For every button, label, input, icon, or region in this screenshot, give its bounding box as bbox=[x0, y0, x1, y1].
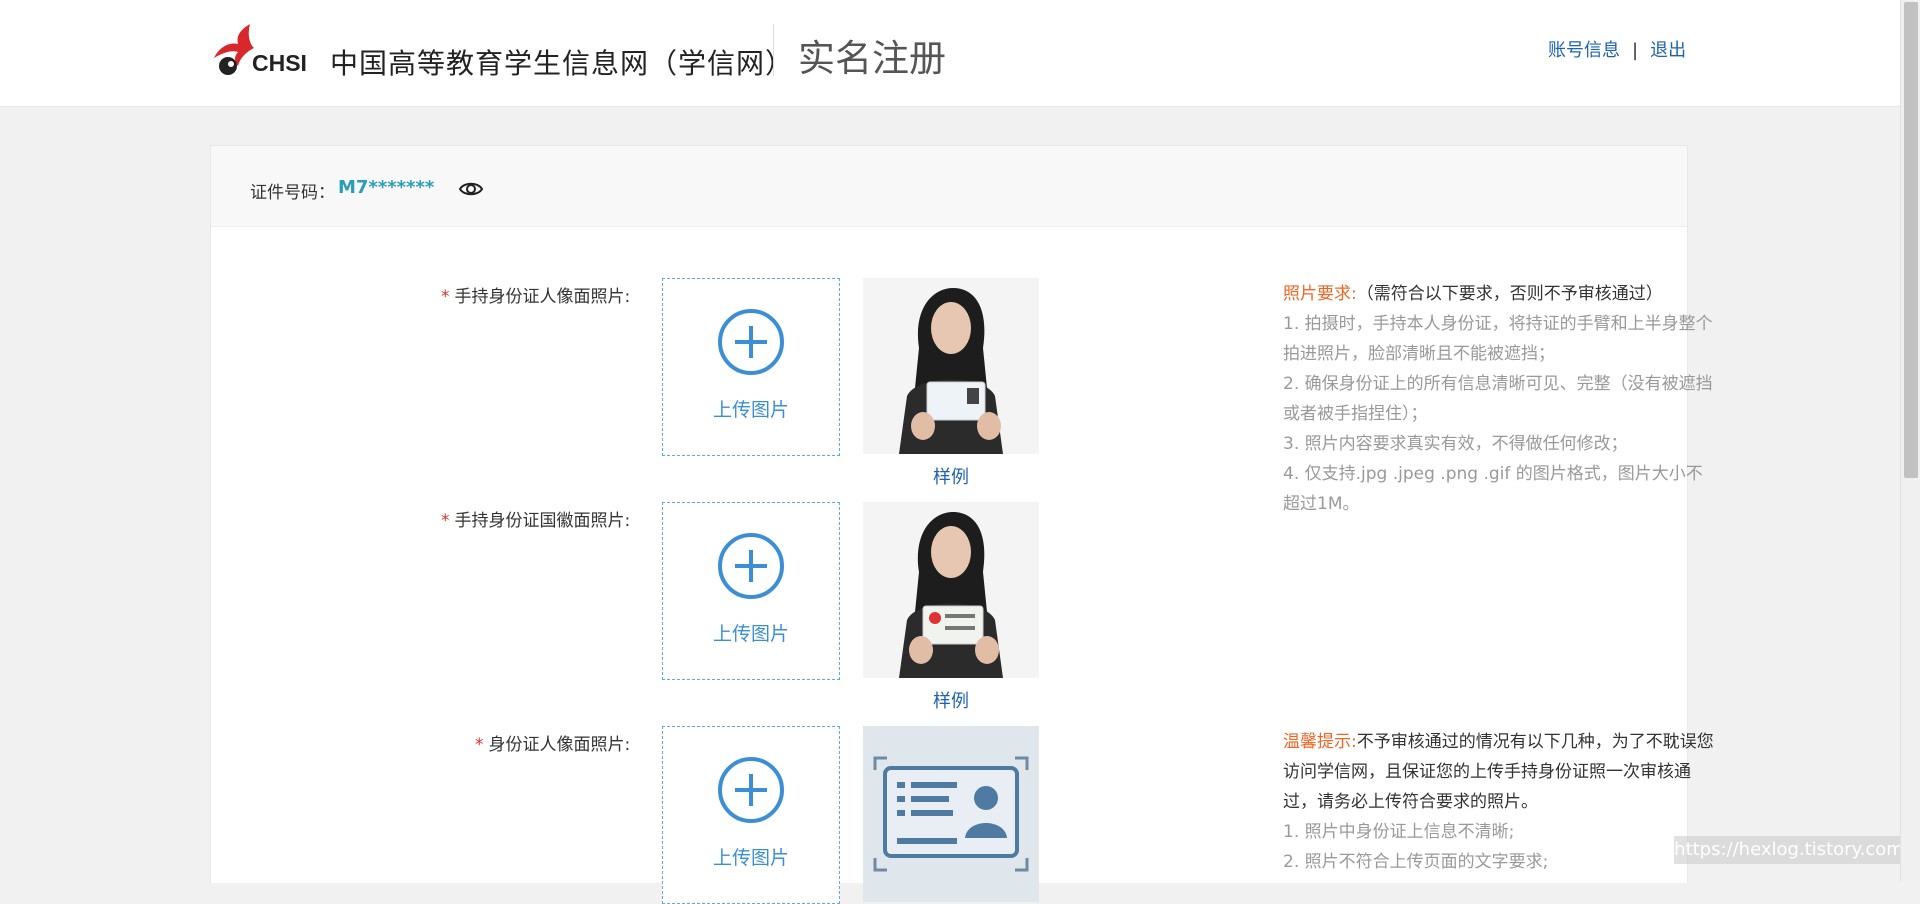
upload-label: 上传图片 bbox=[712, 847, 789, 869]
page-title: 实名注册 bbox=[798, 37, 946, 80]
eye-icon[interactable] bbox=[458, 178, 484, 200]
id-number-value: M7******* bbox=[338, 177, 435, 198]
plus-circle-icon bbox=[718, 533, 784, 599]
upload-box-id-back-handheld[interactable]: 上传图片 bbox=[662, 502, 840, 680]
row-label-text: 手持身份证国徽面照片: bbox=[454, 511, 631, 531]
watermark: https://hexlog.tistory.com bbox=[1674, 836, 1904, 864]
requirement-item: 4. 仅支持.jpg .jpeg .png .gif 的图片格式，图片大小不超过… bbox=[1283, 464, 1703, 514]
sample-link[interactable]: 样例 bbox=[863, 687, 1039, 713]
account-info-link[interactable]: 账号信息 bbox=[1548, 40, 1620, 61]
row-label-id-front: * 身份证人像面照片: bbox=[475, 730, 630, 755]
plus-circle-icon bbox=[718, 757, 784, 823]
registration-card: 证件号码： M7******* * 手持身份证人像面照片: 上传图片 样例 照片… bbox=[210, 145, 1714, 904]
scrollbar-thumb[interactable] bbox=[1904, 2, 1918, 478]
header-divider bbox=[773, 24, 774, 76]
photo-requirements: 照片要求:（需符合以下要求，否则不予审核通过） 1. 拍摄时，手持本人身份证，将… bbox=[1283, 279, 1717, 519]
requirement-item: 3. 照片内容要求真实有效，不得做任何修改； bbox=[1283, 434, 1628, 454]
tip-item: 1. 照片中身份证上信息不清晰; bbox=[1283, 822, 1515, 842]
required-mark: * bbox=[441, 287, 450, 307]
requirement-item: 2. 确保身份证上的所有信息清晰可见、完整（没有被遮挡或者被手指捏住）； bbox=[1283, 374, 1713, 424]
upload-label: 上传图片 bbox=[712, 623, 789, 645]
requirement-item: 1. 拍摄时，手持本人身份证，将持证的手臂和上半身整个拍进照片，脸部清晰且不能被… bbox=[1283, 314, 1713, 364]
person-holding-id-back-icon bbox=[863, 502, 1039, 678]
required-mark: * bbox=[441, 511, 450, 531]
row-label-id-front-handheld: * 手持身份证人像面照片: bbox=[441, 282, 630, 307]
upload-box-id-front[interactable]: 上传图片 bbox=[662, 726, 840, 904]
tip-item: 2. 照片不符合上传页面的文字要求; bbox=[1283, 852, 1549, 872]
row-label-text: 身份证人像面照片: bbox=[488, 735, 631, 755]
id-bar: 证件号码： M7******* bbox=[211, 146, 1687, 227]
person-holding-id-front-icon bbox=[863, 278, 1039, 454]
sample-photo-handheld-front bbox=[863, 278, 1039, 454]
logo-text: CHSI bbox=[252, 50, 307, 76]
row-label-text: 手持身份证人像面照片: bbox=[454, 287, 631, 307]
requirements-title: 照片要求: bbox=[1283, 284, 1357, 304]
plus-circle-icon bbox=[718, 309, 784, 375]
top-links: 账号信息 | 退出 bbox=[1548, 36, 1686, 62]
row-label-id-back-handheld: * 手持身份证国徽面照片: bbox=[441, 506, 630, 531]
site-name: 中国高等教育学生信息网（学信网） bbox=[330, 47, 795, 80]
logout-link[interactable]: 退出 bbox=[1650, 40, 1686, 61]
sample-photo-handheld-back bbox=[863, 502, 1039, 678]
site-header: CHSI 中国高等教育学生信息网（学信网） 实名注册 账号信息 | 退出 bbox=[0, 0, 1900, 107]
vertical-scrollbar[interactable] bbox=[1900, 0, 1920, 882]
id-card-icon bbox=[863, 726, 1039, 902]
id-number-label: 证件号码： bbox=[250, 183, 335, 203]
sample-id-card-illustration bbox=[863, 726, 1039, 902]
sample-link[interactable]: 样例 bbox=[863, 463, 1039, 489]
required-mark: * bbox=[475, 735, 484, 755]
tips: 温馨提示:不予审核通过的情况有以下几种，为了不耽误您访问学信网，且保证您的上传手… bbox=[1283, 727, 1717, 877]
upload-label: 上传图片 bbox=[712, 399, 789, 421]
requirements-subtitle: （需符合以下要求，否则不予审核通过） bbox=[1356, 284, 1663, 304]
tips-title: 温馨提示: bbox=[1283, 732, 1357, 752]
link-separator: | bbox=[1632, 40, 1639, 61]
upload-box-id-front-handheld[interactable]: 上传图片 bbox=[662, 278, 840, 456]
